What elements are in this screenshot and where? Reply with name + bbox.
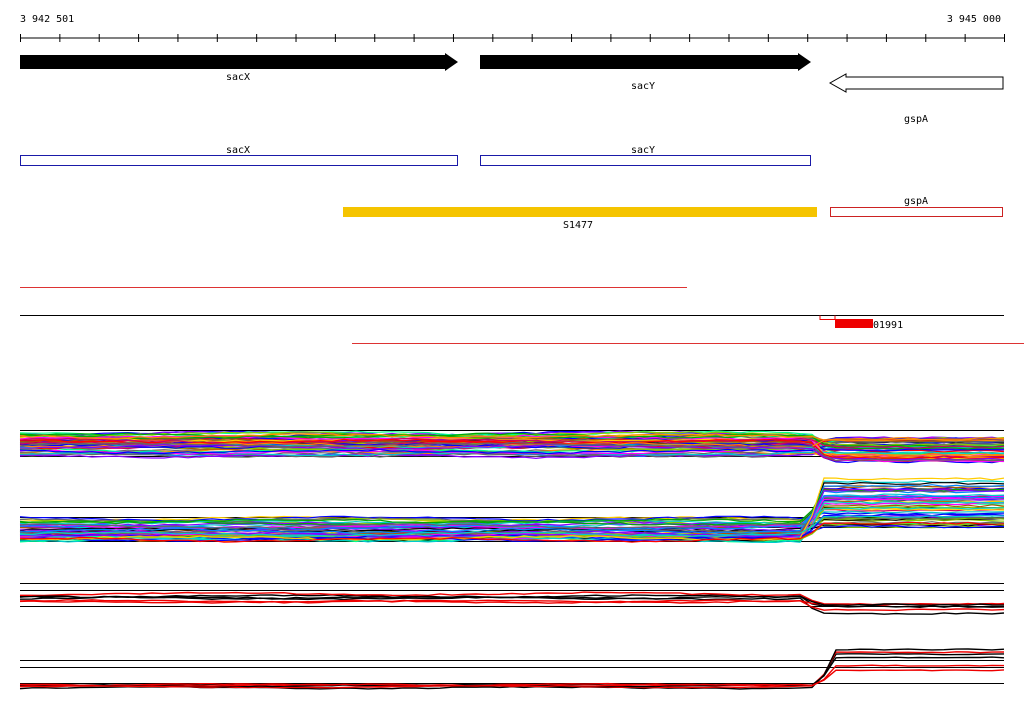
segment-label-s1477: S1477: [563, 220, 593, 231]
transcript-bracket: [819, 315, 836, 320]
ruler-end-label: 3 945 000: [947, 14, 1001, 25]
gene-label-gspa: gspA: [904, 114, 928, 125]
cds-box-sacx[interactable]: [20, 155, 458, 166]
segment-bar-s1477[interactable]: [343, 207, 817, 217]
cds-box-sacy[interactable]: [480, 155, 811, 166]
transcript-marker[interactable]: [835, 319, 873, 328]
cds-label-sacx: sacX: [226, 145, 250, 156]
genome-browser-view: 3 942 501 3 945 000 sacX sacY gspA sacX …: [19, 14, 1024, 690]
gene-arrow-sacy[interactable]: [480, 53, 811, 71]
gene-arrow-gspa[interactable]: [828, 73, 1004, 93]
expression-track-group-2: [19, 477, 1005, 544]
segment-track: gspA S1477: [343, 196, 1003, 231]
expression-series-line: [19, 656, 1005, 688]
gene-arrow-sacx[interactable]: [20, 53, 458, 71]
gene-label-sacy: sacY: [631, 81, 655, 92]
segment-box-gspa[interactable]: [830, 207, 1003, 217]
segment-label-gspa: gspA: [904, 196, 928, 207]
ruler-start-label: 3 942 501: [20, 14, 74, 25]
cds-label-sacy: sacY: [631, 145, 655, 156]
coordinate-ruler: 3 942 501 3 945 000: [20, 14, 1005, 42]
cds-track: sacX sacY: [20, 145, 811, 166]
transcript-marker-label: 01991: [873, 320, 903, 331]
expression-track-group-4: [19, 648, 1005, 690]
expression-track-group-3: [19, 583, 1005, 615]
transcript-track: 01991: [20, 287, 1024, 344]
expression-track-group-1: [19, 430, 1005, 464]
gene-track: sacX sacY gspA: [20, 53, 1004, 125]
gene-label-sacx: sacX: [226, 72, 250, 83]
